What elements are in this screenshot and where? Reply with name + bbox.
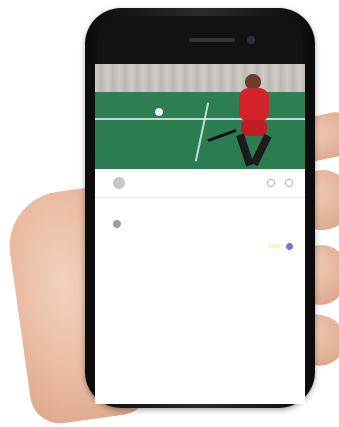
avatar[interactable] — [113, 220, 121, 228]
incoming-message — [113, 218, 173, 230]
photo-scene — [0, 0, 339, 427]
athlete-jersey — [239, 88, 269, 122]
athlete-leg — [250, 133, 272, 167]
avatar[interactable] — [286, 242, 293, 250]
phone-top-bezel — [97, 16, 303, 64]
speaker-icon — [189, 38, 235, 42]
court-line — [194, 102, 210, 162]
chat-background — [95, 252, 305, 404]
hockey-stick — [207, 128, 237, 143]
ball — [155, 108, 163, 116]
chat-actions — [267, 179, 293, 187]
chat-header — [95, 169, 305, 198]
smartphone — [85, 8, 315, 408]
video-player[interactable] — [95, 64, 305, 169]
phone-screen — [95, 64, 305, 404]
search-icon[interactable] — [267, 179, 275, 187]
more-icon[interactable] — [285, 179, 293, 187]
outgoing-message — [268, 240, 293, 252]
outgoing-message-bubble — [268, 244, 280, 248]
avatar[interactable] — [113, 177, 125, 189]
front-camera-icon — [247, 36, 255, 44]
athlete — [235, 74, 283, 169]
